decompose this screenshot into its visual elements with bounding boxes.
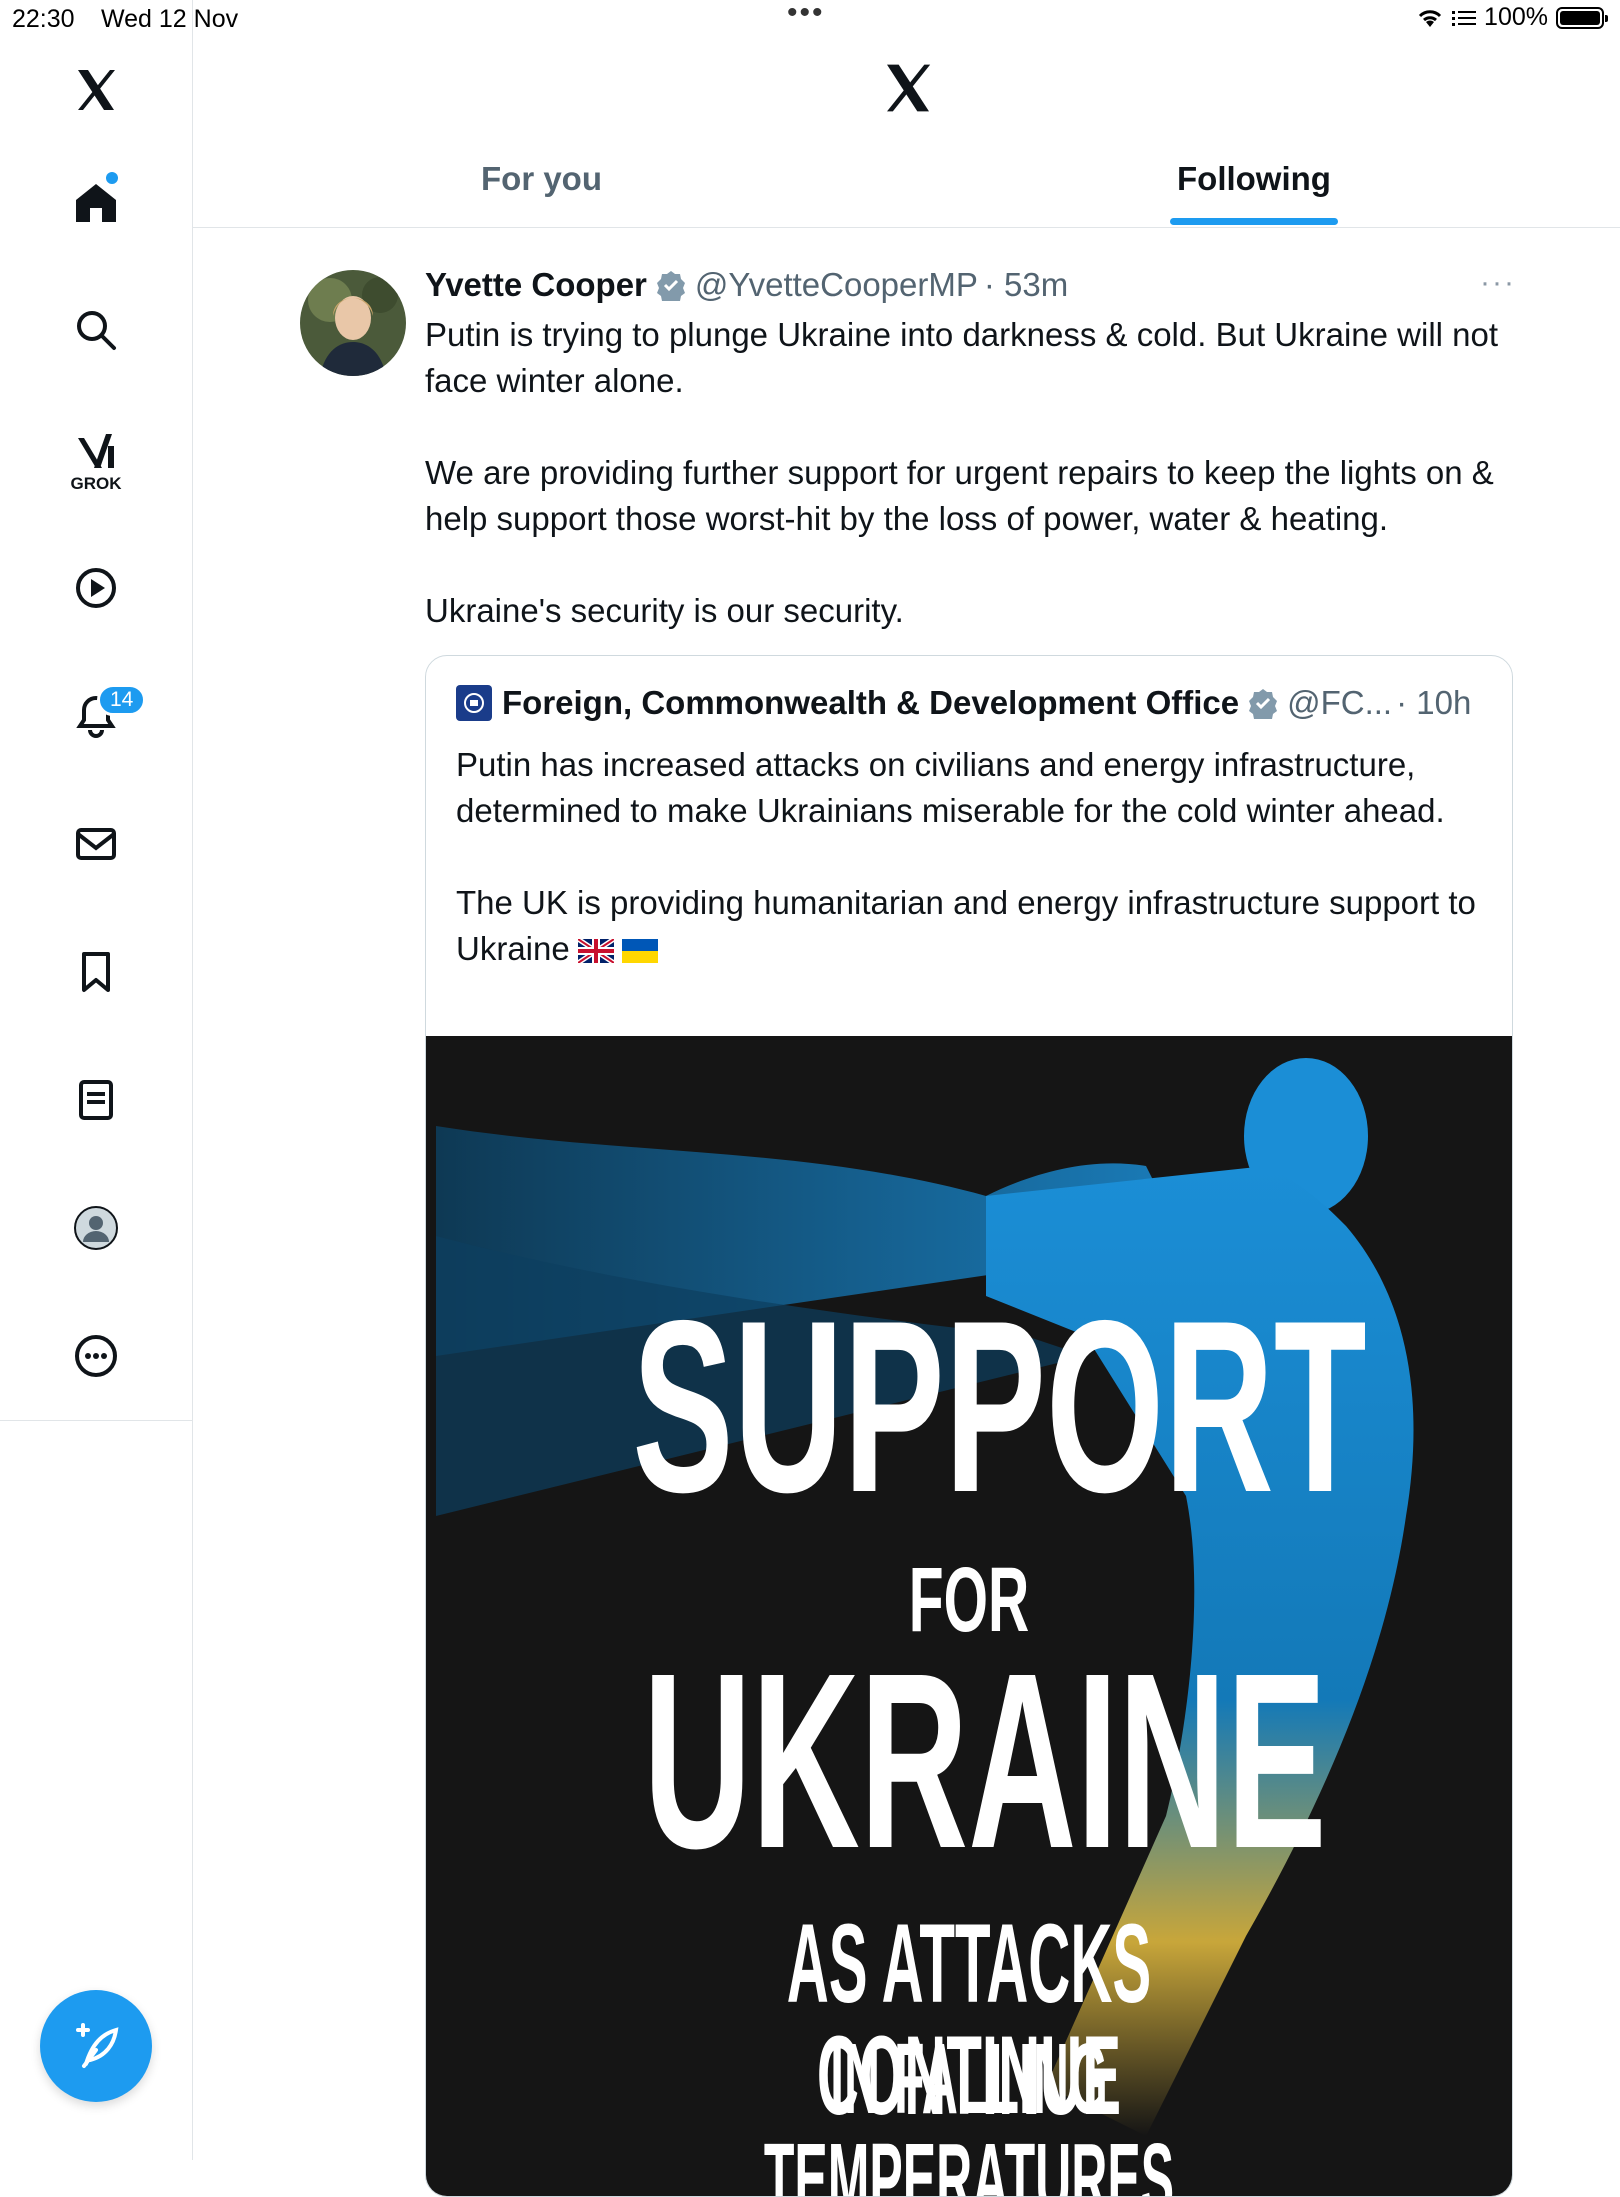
x-logo-icon[interactable]	[0, 50, 192, 130]
lists-icon[interactable]	[0, 1060, 192, 1140]
compose-feather-icon	[76, 2023, 119, 2068]
multitasking-dots[interactable]: •••	[787, 0, 825, 30]
quote-text: Putin has increased attacks on civilians…	[456, 742, 1486, 972]
poster-line-ukraine: UKRAINE	[643, 1621, 1327, 1900]
quote-header: Foreign, Commonwealth & Development Offi…	[456, 684, 1471, 722]
tab-following[interactable]: Following	[1177, 160, 1331, 198]
tweet-more-icon[interactable]: ···	[1480, 266, 1516, 300]
quote-verified-badge-icon	[1249, 689, 1278, 719]
status-bar: 22:30 Wed 12 Nov ••• 100%	[0, 0, 1620, 40]
tweet-paragraph: Ukraine's security is our security.	[425, 592, 904, 629]
tweet-paragraph: We are providing further support for urg…	[425, 454, 1494, 537]
quoted-tweet[interactable]: Foreign, Commonwealth & Development Offi…	[425, 655, 1513, 2197]
poster-line-temperatures: IN FALLING TEMPERATURES	[763, 2023, 1175, 2197]
author-handle[interactable]: @YvetteCooperMP	[695, 266, 978, 304]
verified-badge-icon	[656, 271, 685, 301]
ukraine-flag-icon	[621, 939, 658, 964]
tab-for-you[interactable]: For you	[481, 160, 602, 198]
tweet-time: · 53m	[983, 266, 1069, 303]
battery-percent: 100%	[1484, 3, 1548, 31]
notifications-badge: 14	[97, 684, 147, 716]
header-divider	[193, 227, 1620, 228]
quote-time: · 10h	[1396, 684, 1472, 721]
quote-author-handle[interactable]: @FC...	[1287, 684, 1392, 722]
bookmarks-icon[interactable]	[0, 932, 192, 1012]
poster-line-support: SUPPORT	[632, 1269, 1367, 1543]
tweet-paragraph: Putin is trying to plunge Ukraine into d…	[425, 316, 1499, 399]
compose-button[interactable]	[40, 1990, 152, 2102]
quote-author-name[interactable]: Foreign, Commonwealth & Development Offi…	[502, 684, 1239, 722]
wifi-icon	[1418, 9, 1442, 27]
more-options-icon[interactable]	[0, 1316, 192, 1396]
battery-icon	[1556, 6, 1608, 29]
author-name[interactable]: Yvette Cooper	[425, 266, 647, 304]
quote-paragraph: Putin has increased attacks on civilians…	[456, 746, 1445, 829]
grok-label: GROK	[70, 474, 122, 493]
sidebar-divider	[0, 1420, 192, 1421]
avatar[interactable]	[300, 270, 406, 376]
home-icon[interactable]	[0, 162, 192, 242]
notifications-icon[interactable]	[0, 676, 192, 756]
active-tab-indicator	[1170, 218, 1338, 225]
sidebar: GROK 14	[0, 0, 193, 2160]
header-x-logo-icon[interactable]	[880, 60, 936, 116]
fcdo-logo-icon	[456, 685, 492, 721]
list-status-icon	[1452, 10, 1477, 26]
uk-flag-icon	[577, 939, 614, 964]
tweet-text: Putin is trying to plunge Ukraine into d…	[425, 312, 1515, 634]
quote-media-image[interactable]: SUPPORT FOR UKRAINE AS ATTACKS CONTINUE …	[426, 1036, 1512, 2197]
video-icon[interactable]	[0, 548, 192, 628]
search-icon[interactable]	[0, 290, 192, 370]
tweet-header: Yvette Cooper @YvetteCooperMP · 53m	[425, 266, 1068, 304]
messages-icon[interactable]	[0, 804, 192, 884]
home-new-dot	[106, 172, 118, 184]
profile-icon[interactable]	[0, 1188, 192, 1268]
